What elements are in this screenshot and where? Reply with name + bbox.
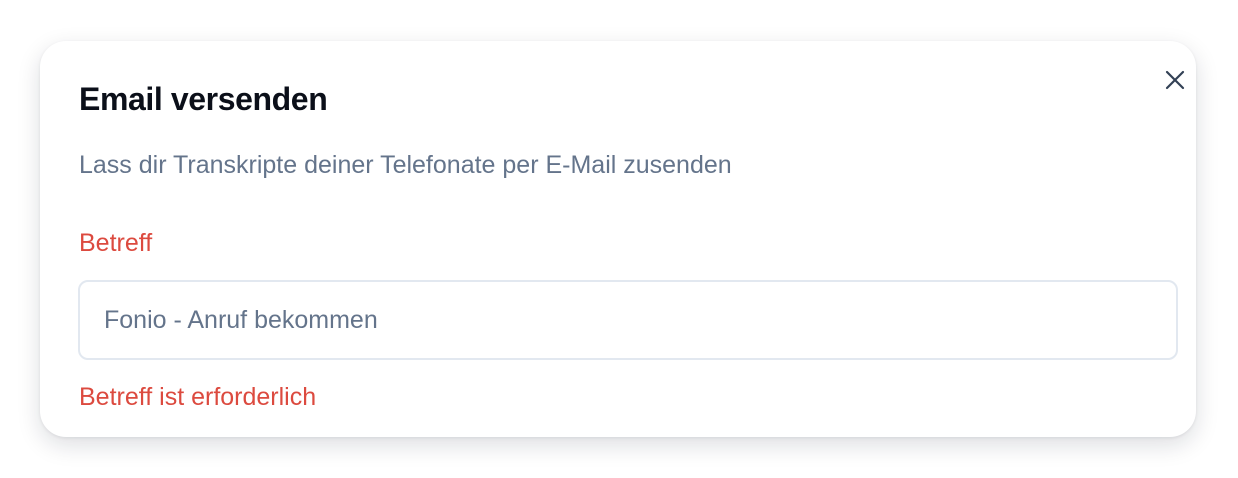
close-button[interactable] (1160, 65, 1190, 95)
subject-label: Betreff (79, 229, 153, 257)
email-dialog: Email versenden Lass dir Transkripte dei… (40, 41, 1196, 437)
dialog-description: Lass dir Transkripte deiner Telefonate p… (79, 151, 732, 179)
subject-input[interactable] (78, 280, 1178, 360)
subject-error-message: Betreff ist erforderlich (79, 383, 317, 411)
close-icon (1165, 70, 1185, 90)
dialog-title: Email versenden (79, 81, 328, 117)
